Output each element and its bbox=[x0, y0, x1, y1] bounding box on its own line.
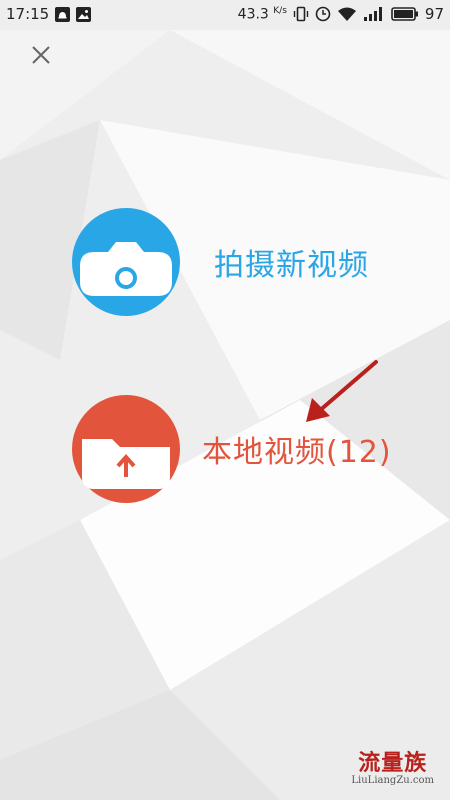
notification-icon bbox=[55, 6, 71, 22]
shoot-new-video-option[interactable]: 拍摄新视频 bbox=[72, 208, 368, 316]
close-button[interactable] bbox=[26, 40, 56, 70]
battery-icon bbox=[391, 7, 418, 21]
local-video-label: 本地视频(12) bbox=[202, 435, 392, 470]
network-speed-value: 43.3 bbox=[237, 6, 269, 23]
alarm-icon bbox=[315, 6, 331, 22]
image-icon bbox=[76, 6, 92, 22]
clock: 17:15 bbox=[6, 5, 50, 23]
battery-level: 97 bbox=[424, 5, 444, 23]
vibrate-icon bbox=[293, 6, 309, 22]
folder-upload-icon bbox=[72, 395, 180, 503]
status-left: 17:15 bbox=[6, 5, 92, 23]
signal-icon bbox=[363, 7, 382, 21]
status-bar: 17:15 43.3 K/s 97 bbox=[0, 0, 450, 30]
status-right: 43.3 K/s 97 bbox=[238, 5, 444, 23]
wifi-icon bbox=[337, 7, 356, 21]
shoot-new-video-label: 拍摄新视频 bbox=[214, 248, 369, 283]
network-speed: 43.3 K/s bbox=[238, 6, 287, 23]
arrow-annotation bbox=[306, 360, 378, 422]
network-speed-unit: K/s bbox=[273, 5, 287, 16]
watermark: 流量族 LiuLiangZu.com bbox=[351, 751, 434, 786]
local-video-option[interactable]: 本地视频(12) bbox=[72, 395, 391, 503]
close-icon bbox=[32, 46, 50, 64]
camera-icon bbox=[72, 208, 180, 316]
watermark-cn: 流量族 bbox=[358, 750, 428, 776]
watermark-en: LiuLiangZu.com bbox=[351, 775, 434, 786]
geometric-background bbox=[0, 0, 450, 800]
